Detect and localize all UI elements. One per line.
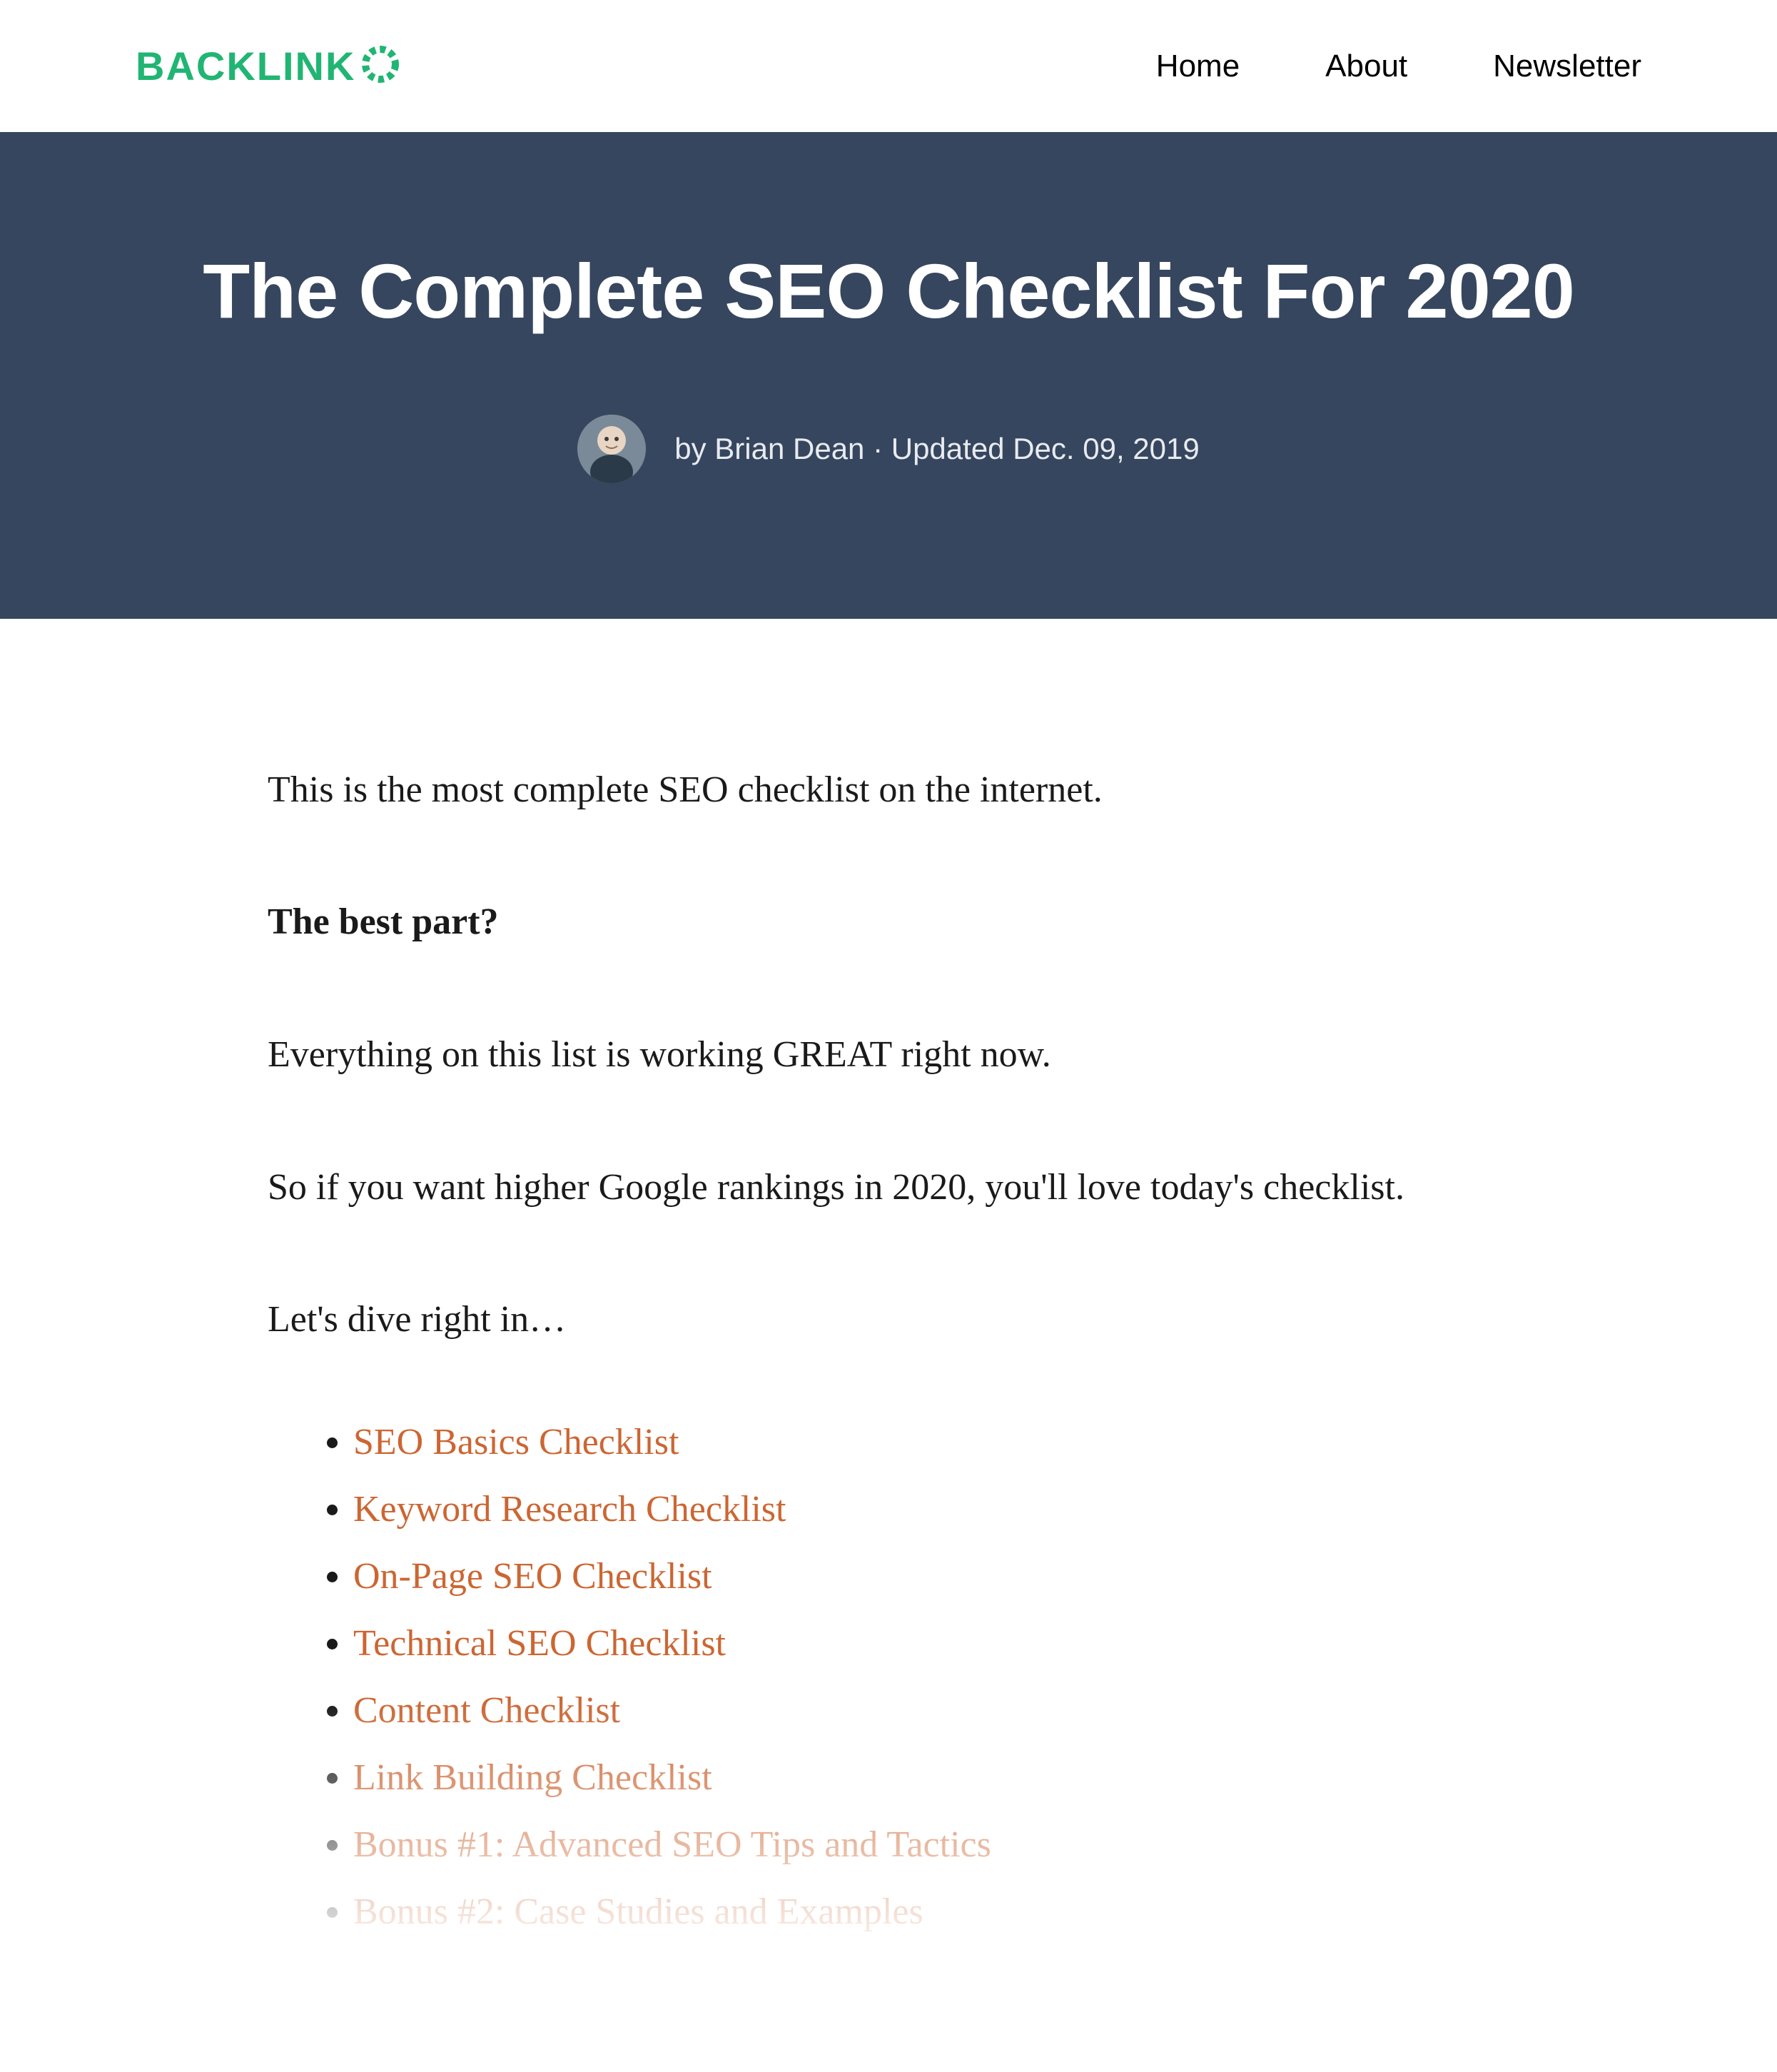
intro-paragraph-3: Everything on this list is working GREAT… bbox=[268, 1026, 1509, 1084]
toc-item: Bonus #2: Case Studies and Examples bbox=[353, 1894, 1509, 1931]
toc-item: Bonus #1: Advanced SEO Tips and Tactics bbox=[353, 1826, 1509, 1864]
article-content: This is the most complete SEO checklist … bbox=[132, 619, 1645, 1998]
toc-item: Conclusion bbox=[353, 1961, 1509, 1998]
logo-circle-icon bbox=[361, 45, 400, 87]
logo[interactable]: BACKLINK bbox=[136, 43, 400, 89]
page-title: The Complete SEO Checklist For 2020 bbox=[71, 239, 1706, 343]
nav-home[interactable]: Home bbox=[1156, 49, 1240, 84]
toc-item: Keyword Research Checklist bbox=[353, 1491, 1509, 1528]
toc-item: SEO Basics Checklist bbox=[353, 1424, 1509, 1461]
main-nav: Home About Newsletter bbox=[1156, 49, 1641, 84]
toc-link-content[interactable]: Content Checklist bbox=[353, 1690, 620, 1731]
toc-link-link-building[interactable]: Link Building Checklist bbox=[353, 1757, 712, 1798]
intro-paragraph-4: So if you want higher Google rankings in… bbox=[268, 1159, 1509, 1217]
hero-section: The Complete SEO Checklist For 2020 by B… bbox=[0, 132, 1777, 619]
author-avatar bbox=[577, 415, 646, 483]
toc-item: On-Page SEO Checklist bbox=[353, 1558, 1509, 1595]
toc-link-technical-seo[interactable]: Technical SEO Checklist bbox=[353, 1623, 726, 1664]
nav-newsletter[interactable]: Newsletter bbox=[1493, 49, 1641, 84]
toc-link-on-page-seo[interactable]: On-Page SEO Checklist bbox=[353, 1556, 712, 1597]
table-of-contents: SEO Basics Checklist Keyword Research Ch… bbox=[268, 1424, 1509, 1998]
intro-paragraph-5: Let's dive right in… bbox=[268, 1291, 1509, 1349]
toc-item: Technical SEO Checklist bbox=[353, 1625, 1509, 1662]
toc-link-bonus-2[interactable]: Bonus #2: Case Studies and Examples bbox=[353, 1891, 923, 1932]
site-header: BACKLINK Home About Newsletter bbox=[0, 0, 1777, 132]
toc-link-conclusion[interactable]: Conclusion bbox=[353, 1959, 522, 1999]
nav-about[interactable]: About bbox=[1325, 49, 1407, 84]
toc-link-bonus-1[interactable]: Bonus #1: Advanced SEO Tips and Tactics bbox=[353, 1824, 991, 1865]
byline-text: by Brian Dean · Updated Dec. 09, 2019 bbox=[674, 432, 1199, 466]
toc-link-keyword-research[interactable]: Keyword Research Checklist bbox=[353, 1489, 786, 1530]
intro-paragraph-1: This is the most complete SEO checklist … bbox=[268, 762, 1509, 819]
toc-link-seo-basics[interactable]: SEO Basics Checklist bbox=[353, 1422, 679, 1462]
byline-row: by Brian Dean · Updated Dec. 09, 2019 bbox=[71, 415, 1706, 483]
intro-paragraph-2: The best part? bbox=[268, 894, 1509, 951]
toc-item: Link Building Checklist bbox=[353, 1759, 1509, 1796]
toc-item: Content Checklist bbox=[353, 1692, 1509, 1729]
logo-text: BACKLINK bbox=[136, 43, 355, 89]
